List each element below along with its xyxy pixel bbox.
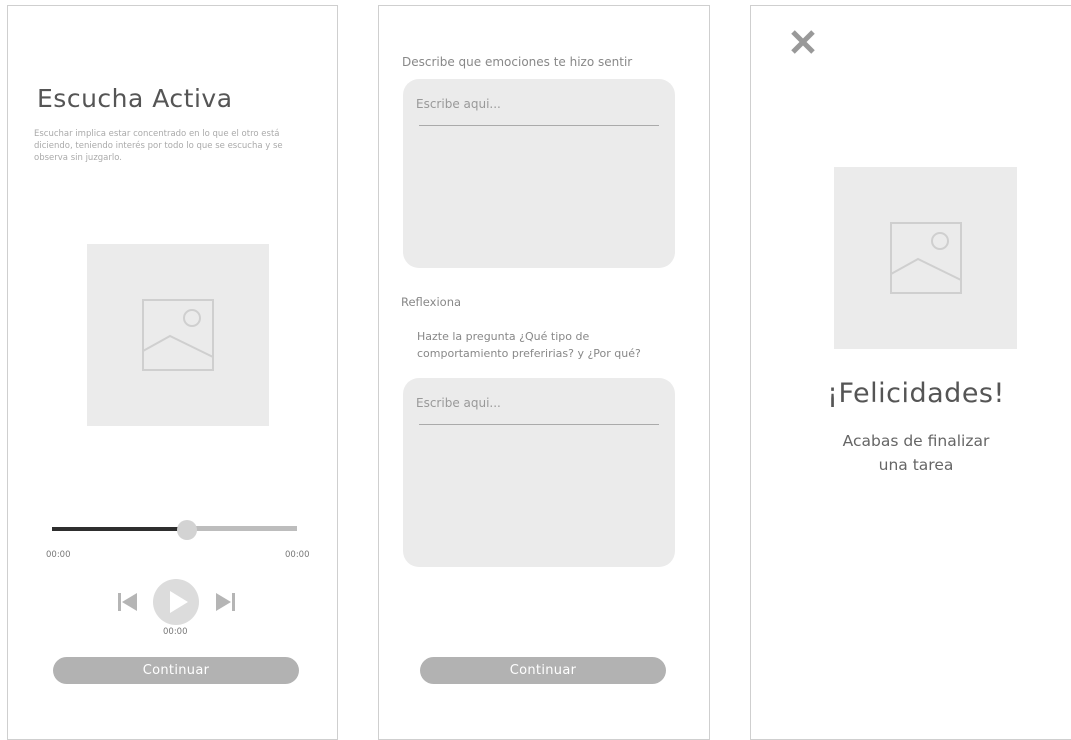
next-button[interactable] <box>213 592 237 612</box>
image-icon <box>889 222 962 294</box>
input-underline <box>419 424 659 425</box>
textarea-placeholder: Escribe aqui... <box>416 97 501 111</box>
screen-congratulations: ¡Felicidades! Acabas de finalizar una ta… <box>750 5 1071 740</box>
screen-escucha-activa: Escucha Activa Escuchar implica estar co… <box>7 5 338 740</box>
time-end: 00:00 <box>285 550 310 560</box>
screen-reflection: Describe que emociones te hizo sentir Es… <box>378 5 710 740</box>
image-placeholder <box>87 244 269 426</box>
time-start: 00:00 <box>46 550 71 560</box>
skip-next-icon <box>216 593 235 611</box>
image-placeholder <box>834 167 1017 349</box>
question-label: Describe que emociones te hizo sentir <box>402 55 633 69</box>
page-description: Escuchar implica estar concentrado en lo… <box>34 129 283 163</box>
skip-previous-icon <box>118 593 137 611</box>
reflection-textarea[interactable]: Escribe aqui... <box>403 378 675 567</box>
textarea-placeholder: Escribe aqui... <box>416 396 501 410</box>
previous-button[interactable] <box>116 592 140 612</box>
input-underline <box>419 125 659 126</box>
section-heading: Reflexiona <box>401 295 462 309</box>
audio-seek-thumb[interactable] <box>176 520 197 540</box>
play-icon <box>170 591 188 613</box>
continue-button[interactable]: Continuar <box>53 657 299 684</box>
success-subtitle: Acabas de finalizar una tarea <box>842 432 990 474</box>
close-icon[interactable] <box>789 28 817 56</box>
time-current: 00:00 <box>163 627 188 637</box>
audio-progress-track[interactable] <box>186 526 297 531</box>
continue-button[interactable]: Continuar <box>420 657 666 684</box>
play-button[interactable] <box>153 579 199 625</box>
page-title: Escucha Activa <box>37 84 233 113</box>
image-icon <box>142 299 214 371</box>
emotions-textarea[interactable]: Escribe aqui... <box>403 79 675 268</box>
audio-progress-played <box>52 527 187 531</box>
reflection-prompt: Hazte la pregunta ¿Qué tipo de comportam… <box>417 330 641 360</box>
success-title: ¡Felicidades! <box>827 378 1005 409</box>
